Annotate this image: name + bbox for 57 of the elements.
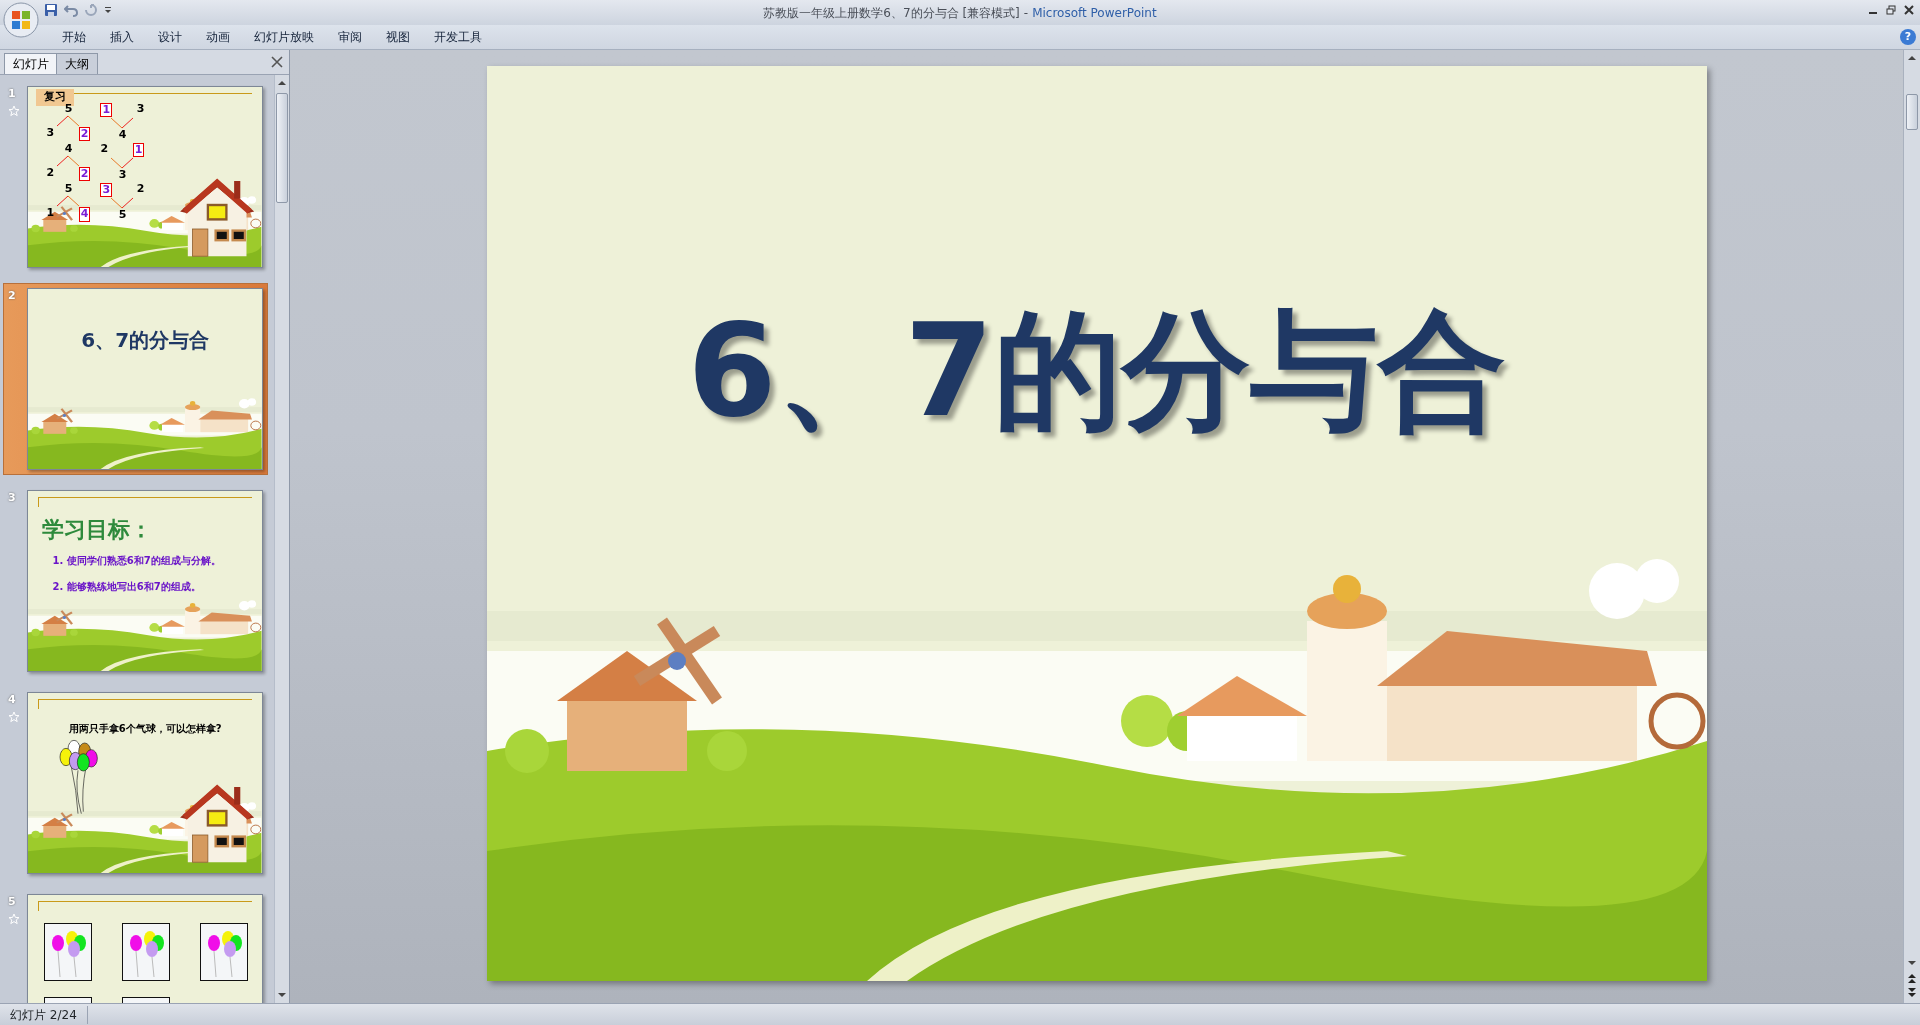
slide-thumbnail[interactable]: 6、7的分与合: [27, 288, 263, 470]
number-text: 4: [64, 142, 73, 156]
slide-title: 6、7的分与合: [80, 327, 211, 354]
slide-number: 1: [8, 86, 16, 102]
restore-icon[interactable]: [1886, 5, 1896, 15]
app-name: Microsoft PowerPoint: [1032, 4, 1157, 22]
save-icon[interactable]: [44, 3, 58, 17]
scrollbar-thumb[interactable]: [276, 93, 288, 203]
ribbon-tab[interactable]: 动画: [194, 25, 242, 49]
help-button[interactable]: ?: [1900, 29, 1916, 45]
slide-number: 3: [8, 490, 16, 506]
number-text: 3: [46, 127, 55, 142]
slide-thumbnail[interactable]: 用两只手拿6个气球，可以怎样拿?: [27, 692, 263, 874]
ribbon-tab[interactable]: 审阅: [326, 25, 374, 49]
close-icon[interactable]: [271, 56, 283, 68]
ribbon-tab[interactable]: 插入: [98, 25, 146, 49]
next-slide-icon[interactable]: [1906, 987, 1918, 999]
ribbon-tab[interactable]: 幻灯片放映: [242, 25, 326, 49]
objective-text: 1. 使同学们熟悉6和7的组成与分解。: [52, 554, 221, 568]
scrollbar-thumb[interactable]: [1906, 94, 1918, 130]
slide-number: 4: [8, 692, 16, 708]
panel-tab[interactable]: 幻灯片: [4, 53, 58, 74]
answer-number: 1: [132, 143, 145, 158]
slide-heading: 学习目标：: [42, 516, 153, 544]
answer-number: 1: [100, 103, 113, 118]
title-separator: -: [1023, 4, 1029, 22]
number-text: 4: [118, 128, 127, 142]
slide-indicator: 幻灯片 2/24: [0, 1005, 88, 1024]
answer-number: 2: [78, 167, 91, 182]
ribbon-tab[interactable]: 设计: [146, 25, 194, 49]
answer-number: 2: [78, 127, 91, 142]
answer-number: 3: [100, 183, 113, 198]
number-text: 5: [118, 208, 127, 222]
slide-title: 6、7的分与合: [686, 301, 1507, 442]
number-text: 3: [118, 168, 127, 182]
number-text: 3: [136, 103, 145, 117]
ribbon-tab[interactable]: 开发工具: [422, 25, 494, 49]
number-text: 2: [136, 183, 145, 198]
previous-slide-icon[interactable]: [1906, 972, 1918, 984]
ribbon-tab[interactable]: 开始: [50, 25, 98, 49]
balloon-picture: [200, 923, 249, 981]
close-icon[interactable]: [1904, 5, 1914, 15]
objective-text: 2. 能够熟练地写出6和7的组成。: [52, 580, 201, 594]
number-text: 2: [46, 167, 55, 182]
panel-tab[interactable]: 大纲: [56, 53, 98, 74]
slide-number: 5: [8, 894, 16, 910]
balloon-picture: [44, 923, 93, 981]
question-text: 用两只手拿6个气球，可以怎样拿?: [67, 722, 223, 736]
window-title: 苏教版一年级上册数学6、7的分与合 [兼容模式]: [763, 4, 1020, 22]
ribbon-tab[interactable]: 视图: [374, 25, 422, 49]
undo-icon[interactable]: [64, 3, 78, 17]
customize-dropdown-icon[interactable]: [104, 6, 112, 14]
number-text: 2: [100, 143, 109, 158]
slide-number: 2: [8, 288, 16, 304]
slide-thumbnail[interactable]: 学习目标： 1. 使同学们熟悉6和7的组成与分解。 2. 能够熟练地写出6和7的组成。: [27, 490, 263, 672]
number-text: 5: [64, 182, 73, 196]
balloon-picture: [122, 923, 171, 981]
